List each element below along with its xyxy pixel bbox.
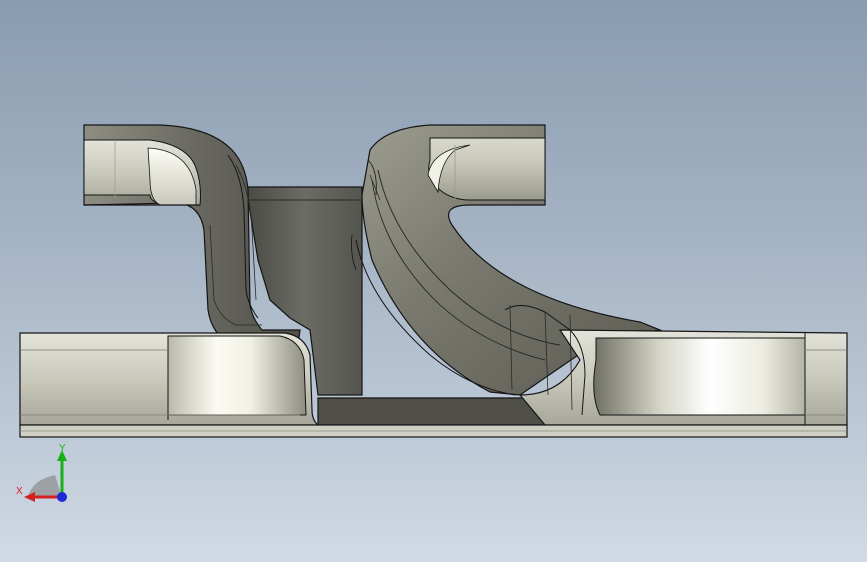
base-plate (19, 424, 848, 438)
bottom-left-flange (19, 332, 320, 426)
z-axis-dot-icon (57, 492, 67, 502)
part-model[interactable] (0, 0, 867, 562)
axis-triad: X Y (10, 440, 74, 510)
graphics-viewport[interactable]: X Y (0, 0, 867, 562)
y-axis-arrow-icon (57, 450, 67, 461)
